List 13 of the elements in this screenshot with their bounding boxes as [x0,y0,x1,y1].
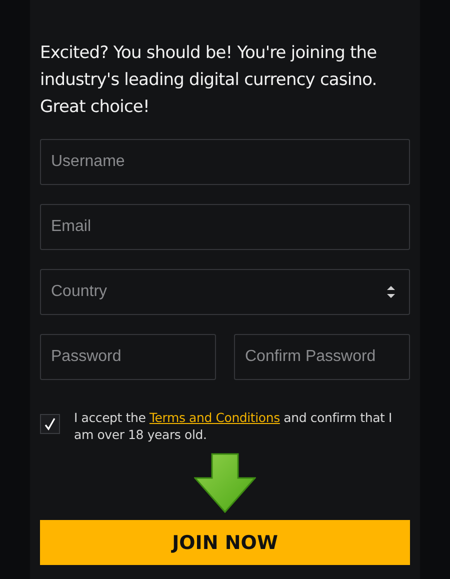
heading: Excited? You should be! You're joining the industry's leading digital currency casino. Great choice! [40,42,378,119]
terms-link[interactable]: Terms and Conditions [149,410,280,425]
country-select[interactable]: Country [40,269,410,315]
input-field[interactable]: Email [40,204,410,250]
down-arrow-icon [194,453,256,513]
checkbox[interactable] [40,414,60,434]
password-field[interactable]: Password [40,334,216,380]
join-now-button[interactable]: JOIN NOW [40,520,410,565]
password-field[interactable]: Confirm Password [234,334,410,380]
sort-icon [386,284,396,300]
consent-text: I accept the Terms and Conditions and confirm that I am over 18 years old. [74,409,393,443]
input-field[interactable]: Username [40,139,410,185]
check-icon [44,417,56,431]
